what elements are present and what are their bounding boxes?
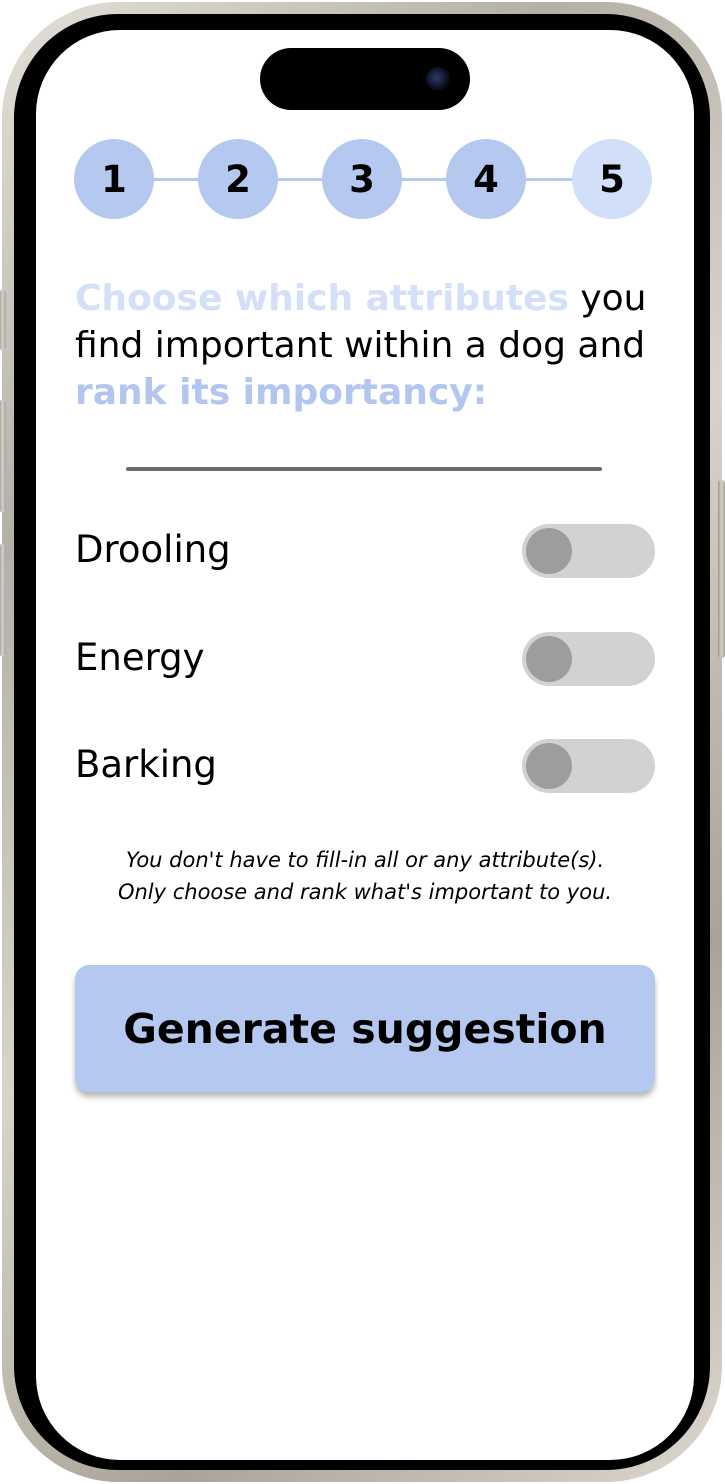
power-button (718, 480, 725, 658)
action-button (0, 290, 6, 350)
phone-frame: 1 2 3 4 5 Choose which attributes you fi… (0, 2, 725, 1482)
attribute-row-barking: Barking (75, 739, 655, 795)
heading-highlight-rank: rank its importancy: (75, 372, 488, 413)
page-heading: Choose which attributes you find importa… (75, 275, 665, 416)
front-camera-icon (426, 67, 450, 91)
energy-toggle[interactable] (522, 632, 655, 686)
step-4[interactable]: 4 (446, 139, 526, 219)
attribute-label-energy: Energy (75, 636, 205, 679)
progress-stepper: 1 2 3 4 5 (74, 138, 654, 220)
section-divider (126, 467, 602, 471)
dynamic-island (260, 48, 470, 110)
generate-suggestion-button[interactable]: Generate suggestion (75, 965, 655, 1092)
toggle-knob (526, 528, 572, 574)
step-3[interactable]: 3 (322, 139, 402, 219)
hint-line-1: You don't have to fill-in all or any att… (125, 848, 605, 872)
hint-line-2: Only choose and rank what's important to… (117, 880, 613, 904)
step-2[interactable]: 2 (198, 139, 278, 219)
attribute-label-barking: Barking (75, 743, 217, 786)
attribute-row-drooling: Drooling (75, 524, 655, 580)
screen: 1 2 3 4 5 Choose which attributes you fi… (36, 30, 694, 1460)
volume-up-button (0, 400, 6, 512)
barking-toggle[interactable] (522, 739, 655, 793)
toggle-knob (526, 636, 572, 682)
attribute-label-drooling: Drooling (75, 528, 231, 571)
step-5-current[interactable]: 5 (572, 139, 652, 219)
drooling-toggle[interactable] (522, 524, 655, 578)
volume-down-button (0, 544, 6, 656)
attribute-row-energy: Energy (75, 632, 655, 688)
step-1[interactable]: 1 (74, 139, 154, 219)
heading-highlight-choose: Choose which attributes (75, 278, 569, 319)
toggle-knob (526, 743, 572, 789)
